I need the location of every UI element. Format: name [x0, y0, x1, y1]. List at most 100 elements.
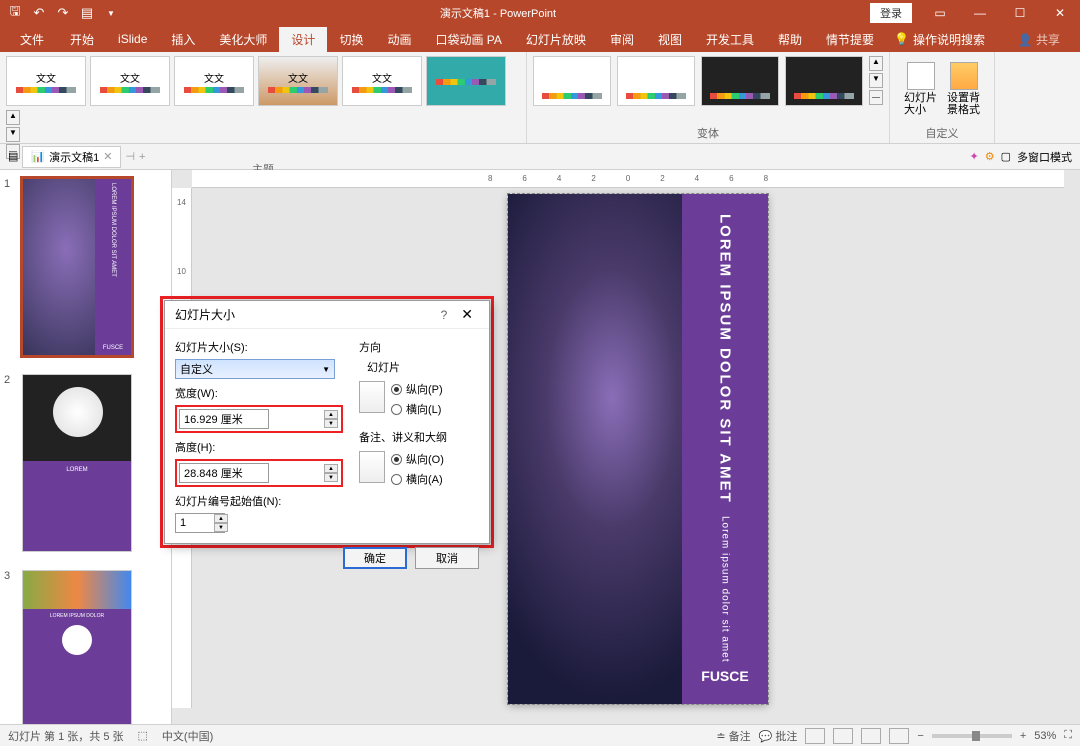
gear-icon[interactable]: ⚙ — [985, 150, 995, 163]
tab-design[interactable]: 设计 — [279, 27, 327, 52]
redo-icon[interactable]: ↷ — [52, 2, 74, 24]
radio-portrait-notes[interactable]: 纵向(O) — [391, 451, 444, 467]
size-combobox[interactable]: 自定义▼ — [175, 359, 335, 379]
notes-button[interactable]: ≐ 备注 — [716, 728, 750, 744]
themes-gallery[interactable]: 文文 文文 文文 文文 文文 ▲ ▼ ⎼ — [6, 56, 520, 159]
reading-view-icon[interactable] — [861, 728, 881, 744]
spin-up-icon[interactable]: ▲ — [214, 514, 228, 523]
portrait-icon — [359, 381, 385, 413]
fit-window-icon[interactable]: ⛶ — [1064, 729, 1072, 742]
ok-button[interactable]: 确定 — [343, 547, 407, 569]
theme-thumb[interactable]: 文文 — [174, 56, 254, 106]
spellcheck-icon[interactable]: ⬚ — [138, 729, 148, 742]
qat-dropdown-icon[interactable]: ▼ — [100, 2, 122, 24]
spin-up-icon[interactable]: ▲ — [324, 464, 338, 473]
login-button[interactable]: 登录 — [870, 3, 912, 23]
zoom-level[interactable]: 53% — [1034, 730, 1056, 742]
variants-gallery[interactable]: ▲ ▼ ⎼ — [533, 56, 883, 106]
zoom-in-icon[interactable]: + — [1020, 730, 1026, 742]
doc-close-icon[interactable]: ✕ — [103, 150, 112, 163]
pin-icon[interactable]: ⊣ — [125, 150, 135, 163]
minimize-icon[interactable]: — — [960, 0, 1000, 26]
tab-view[interactable]: 视图 — [646, 27, 694, 52]
theme-thumb[interactable]: 文文 — [258, 56, 338, 106]
theme-thumb[interactable]: 文文 — [342, 56, 422, 106]
slide-thumbnail-3[interactable]: 3 LOREM IPSUM DOLOR — [4, 570, 167, 724]
custom-label: 自定义 — [896, 123, 988, 143]
gallery-up-icon[interactable]: ▲ — [869, 56, 883, 71]
slide-panel[interactable]: 1 LOREM IPSUM DOLOR SIT AMETFUSCE 2 LORE… — [0, 170, 172, 724]
gallery-down-icon[interactable]: ▼ — [869, 73, 883, 88]
gallery-up-icon[interactable]: ▲ — [6, 110, 20, 125]
dialog-titlebar[interactable]: 幻灯片大小 ? ✕ — [165, 301, 489, 329]
save-icon[interactable]: 🖫 — [4, 2, 26, 24]
spin-down-icon[interactable]: ▼ — [324, 473, 338, 482]
tab-insert[interactable]: 插入 — [159, 27, 207, 52]
start-icon[interactable]: ▤ — [76, 2, 98, 24]
zoom-slider[interactable] — [932, 734, 1012, 738]
tab-transition[interactable]: 切换 — [327, 27, 375, 52]
add-doc-icon[interactable]: + — [139, 151, 145, 163]
tell-me-label: 操作说明搜索 — [913, 31, 985, 48]
tab-slideshow[interactable]: 幻灯片放映 — [514, 27, 598, 52]
tab-file[interactable]: 文件 — [8, 27, 58, 52]
tab-developer[interactable]: 开发工具 — [694, 27, 766, 52]
undo-icon[interactable]: ↶ — [28, 2, 50, 24]
normal-view-icon[interactable] — [805, 728, 825, 744]
gallery-more-icon[interactable]: ⎼ — [869, 90, 883, 105]
tab-pocket[interactable]: 口袋动画 PA — [423, 27, 513, 52]
width-input[interactable]: 16.929 厘米 — [179, 409, 269, 429]
gallery-down-icon[interactable]: ▼ — [6, 127, 20, 142]
variant-thumb[interactable] — [533, 56, 611, 106]
quick-access-toolbar: 🖫 ↶ ↷ ▤ ▼ — [0, 2, 126, 24]
spin-up-icon[interactable]: ▲ — [324, 410, 338, 419]
tab-islide[interactable]: iSlide — [106, 28, 159, 50]
slide-thumbnail-2[interactable]: 2 LOREM — [4, 374, 167, 552]
variants-group: ▲ ▼ ⎼ 变体 — [527, 52, 890, 143]
theme-thumb[interactable] — [426, 56, 506, 106]
spin-down-icon[interactable]: ▼ — [324, 419, 338, 428]
tab-beautify[interactable]: 美化大师 — [207, 27, 279, 52]
dialog-help-icon[interactable]: ? — [433, 308, 456, 322]
tab-home[interactable]: 开始 — [58, 27, 106, 52]
sparkle-icon[interactable]: ✦ — [970, 150, 979, 163]
spin-down-icon[interactable]: ▼ — [214, 523, 228, 532]
language-status[interactable]: 中文(中国) — [162, 728, 213, 744]
maximize-icon[interactable]: ☐ — [1000, 0, 1040, 26]
radio-landscape-notes[interactable]: 横向(A) — [391, 471, 444, 487]
slide-counter[interactable]: 幻灯片 第 1 张，共 5 张 — [8, 728, 124, 744]
theme-thumb[interactable]: 文文 — [6, 56, 86, 106]
ribbon-tabs: 文件 开始 iSlide 插入 美化大师 设计 切换 动画 口袋动画 PA 幻灯… — [0, 26, 1080, 52]
slide-canvas[interactable]: LOREM IPSUM DOLOR SIT AMET Lorem ipsum d… — [508, 194, 768, 704]
tab-animation[interactable]: 动画 — [375, 27, 423, 52]
height-input[interactable]: 28.848 厘米 — [179, 463, 269, 483]
tell-me-search[interactable]: 💡 操作说明搜索 — [894, 31, 985, 48]
ribbon-options-icon[interactable]: ▭ — [920, 0, 960, 26]
tab-help[interactable]: 帮助 — [766, 27, 814, 52]
slideshow-view-icon[interactable] — [889, 728, 909, 744]
multiwindow-label[interactable]: 多窗口模式 — [1017, 149, 1072, 165]
radio-portrait-slides[interactable]: 纵向(P) — [391, 381, 443, 397]
cancel-button[interactable]: 取消 — [415, 547, 479, 569]
zoom-out-icon[interactable]: − — [917, 730, 923, 742]
tab-review[interactable]: 审阅 — [598, 27, 646, 52]
format-background-button[interactable]: 设置背 景格式 — [943, 60, 984, 118]
close-icon[interactable]: ✕ — [1040, 0, 1080, 26]
document-tab[interactable]: 📊 演示文稿1 ✕ — [22, 146, 121, 168]
window-title: 演示文稿1 - PowerPoint — [126, 5, 870, 21]
slide-thumbnail-1[interactable]: 1 LOREM IPSUM DOLOR SIT AMETFUSCE — [4, 178, 167, 356]
nav-icon[interactable]: ▤ — [8, 150, 18, 163]
tab-storyboard[interactable]: 情节提要 — [814, 27, 886, 52]
multiwindow-icon[interactable]: ▢ — [1001, 150, 1011, 163]
slide-size-dialog: 幻灯片大小 ? ✕ 幻灯片大小(S): 自定义▼ 宽度(W): 16.929 厘… — [164, 300, 490, 544]
sorter-view-icon[interactable] — [833, 728, 853, 744]
variant-thumb[interactable] — [701, 56, 779, 106]
theme-thumb[interactable]: 文文 — [90, 56, 170, 106]
slide-size-button[interactable]: 幻灯片 大小 — [900, 60, 941, 118]
share-button[interactable]: 👤 共享 — [1006, 27, 1072, 52]
comments-button[interactable]: 💬 批注 — [759, 728, 798, 744]
variant-thumb[interactable] — [785, 56, 863, 106]
variant-thumb[interactable] — [617, 56, 695, 106]
radio-landscape-slides[interactable]: 横向(L) — [391, 401, 443, 417]
dialog-close-icon[interactable]: ✕ — [455, 306, 479, 323]
